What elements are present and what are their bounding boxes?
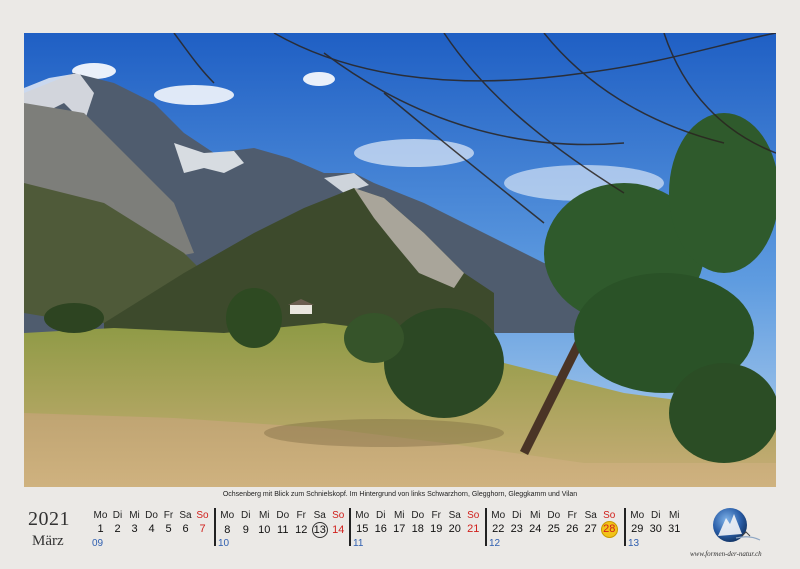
weekday-header-sunday: So	[332, 510, 345, 521]
weekday-header: Di	[651, 510, 661, 521]
day: 30	[649, 523, 662, 535]
weekday-header: Sa	[448, 510, 461, 521]
day: 15	[356, 523, 369, 535]
week-block: Mo Di Mi 29 30 31 13	[624, 508, 684, 550]
day-sunday: 7	[199, 523, 206, 535]
day-sunday: 14	[332, 524, 345, 536]
weekday-header-sunday: So	[467, 510, 480, 521]
day: 2	[114, 523, 121, 535]
day: 23	[510, 523, 523, 535]
day: 16	[374, 523, 387, 535]
weekday-header: Di	[241, 510, 251, 521]
week-separator	[485, 508, 487, 546]
day-numbers: 15 16 17 18 19 20 21	[353, 523, 483, 535]
website-url: www.formen-der-natur.ch	[690, 550, 762, 558]
day-highlighted: 28	[600, 521, 618, 538]
day: 6	[182, 523, 189, 535]
day: 26	[566, 523, 579, 535]
weekday-header: Sa	[313, 510, 326, 521]
week-block: Mo Di Mi Do Fr Sa So 15 16 17 18 19 20 21 11	[349, 508, 483, 550]
weekday-header: Mi	[393, 510, 405, 521]
week-separator	[349, 508, 351, 546]
weekday-header: Sa	[179, 510, 192, 521]
weekday-header: Mi	[668, 510, 680, 521]
weekday-headers: Mo Di Mi	[628, 510, 684, 521]
day-numbers: 1234567	[92, 523, 211, 535]
day: 1	[97, 523, 104, 535]
weekday-header: Fr	[296, 510, 306, 521]
weekday-header: Mo	[630, 510, 645, 521]
day: 18	[411, 523, 424, 535]
day: 12	[295, 524, 308, 536]
day: 19	[430, 523, 443, 535]
weekday-header: Mo	[93, 510, 108, 521]
weekday-header: Mo	[491, 510, 506, 521]
weekday-header: Fr	[431, 510, 441, 521]
weekday-header-sunday: So	[603, 510, 616, 521]
weekday-header: Di	[112, 510, 123, 521]
weekday-header: Di	[512, 510, 522, 521]
day: 22	[492, 523, 505, 535]
week-separator	[214, 508, 216, 546]
weekday-headers: Mo Di Mi Do Fr Sa So	[353, 510, 483, 521]
day-circled: 13	[311, 522, 328, 538]
week-number: 09	[92, 538, 104, 549]
weekday-header: Di	[376, 510, 386, 521]
weekday-header: Mi	[529, 510, 541, 521]
day: 10	[258, 524, 271, 536]
week-block: Mo Di Mi Do Fr Sa So 22 23 24 25 26 27 28 12	[485, 508, 619, 550]
weekday-header: Sa	[584, 510, 597, 521]
weekday-header: Fr	[163, 510, 174, 521]
day: 3	[131, 523, 138, 535]
day: 5	[165, 523, 172, 535]
calendar-month: März	[32, 533, 64, 549]
calendar-year: 2021	[28, 508, 70, 530]
weekday-header: Mo	[220, 510, 235, 521]
weekday-header: Do	[145, 510, 158, 521]
week-number: 13	[628, 538, 640, 549]
calendar-page: Ochsenberg mit Blick zum Schnielskopf. I…	[0, 0, 800, 569]
day: 9	[242, 524, 249, 536]
day-numbers: 8 9 10 11 12 13 14	[218, 522, 348, 538]
day: 27	[584, 523, 597, 535]
weekday-header: Do	[276, 510, 290, 521]
week-number: 10	[218, 538, 230, 549]
day: 29	[631, 523, 644, 535]
weekday-header: Do	[411, 510, 425, 521]
landscape-photo	[24, 33, 776, 487]
day: 31	[668, 523, 681, 535]
weekday-header: Do	[547, 510, 561, 521]
week-number: 12	[489, 538, 501, 549]
day-numbers: 29 30 31	[628, 523, 684, 535]
day-sunday: 21	[467, 523, 480, 535]
week-block: Mo Di Mi Do Fr Sa So 1234567 09	[92, 508, 210, 550]
globe-logo-icon	[706, 506, 762, 546]
day: 17	[393, 523, 406, 535]
day: 20	[448, 523, 461, 535]
weekday-header: Fr	[567, 510, 577, 521]
day: 8	[224, 524, 231, 536]
weekday-header: Mi	[258, 510, 270, 521]
week-number: 11	[353, 538, 364, 549]
day: 11	[277, 524, 289, 536]
weekday-header: Mi	[129, 510, 140, 521]
weekday-headers: Mo Di Mi Do Fr Sa So	[489, 510, 619, 521]
weekday-header: Mo	[355, 510, 370, 521]
day-numbers: 22 23 24 25 26 27 28	[489, 521, 619, 538]
week-separator	[624, 508, 626, 546]
weekday-headers: Mo Di Mi Do Fr Sa So	[92, 510, 211, 521]
weekday-headers: Mo Di Mi Do Fr Sa So	[218, 510, 348, 521]
day: 25	[547, 523, 560, 535]
weekday-header-sunday: So	[196, 510, 209, 521]
photo-caption: Ochsenberg mit Blick zum Schnielskopf. I…	[222, 491, 578, 498]
week-block: Mo Di Mi Do Fr Sa So 8 9 10 11 12 13 14 10	[214, 508, 348, 550]
day: 4	[148, 523, 155, 535]
day: 24	[529, 523, 542, 535]
